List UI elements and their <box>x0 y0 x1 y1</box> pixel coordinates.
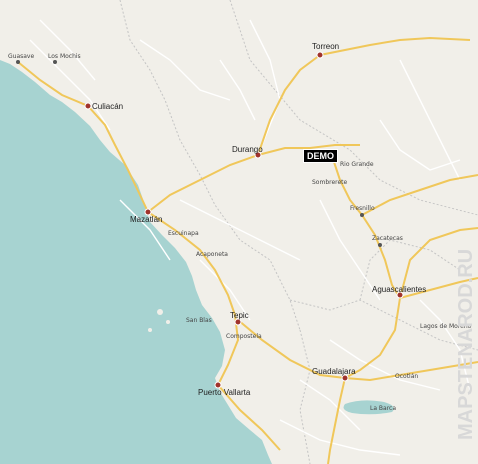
label-ocotlan: Ocotlán <box>395 373 418 380</box>
map-svg: Culiacán Durango Mazatlán Tepic Aguascal… <box>0 0 478 464</box>
label-tepic: Tepic <box>230 311 249 320</box>
map-canvas[interactable]: Culiacán Durango Mazatlán Tepic Aguascal… <box>0 0 478 464</box>
label-guadalajara: Guadalajara <box>312 367 356 376</box>
fresnillo-marker <box>360 213 364 217</box>
watermark: MAPSTENAROD.RU <box>455 249 477 440</box>
island <box>166 320 170 324</box>
los-mochis-marker <box>53 60 57 64</box>
label-puerto-vallarta: Puerto Vallarta <box>198 388 251 397</box>
label-fresnillo: Fresnillo <box>350 205 375 212</box>
demo-label: DEMO <box>307 151 334 161</box>
label-compostela: Compostela <box>226 333 262 340</box>
label-los-mochis: Los Mochis <box>48 53 81 60</box>
guasave-marker <box>16 60 20 64</box>
label-sombrerete: Sombrerete <box>312 179 348 186</box>
label-la-barca: La Barca <box>370 405 396 412</box>
culiacan-marker <box>84 102 92 110</box>
label-escuinapa: Escuinapa <box>168 230 199 237</box>
label-mazatlan: Mazatlán <box>130 215 162 224</box>
torreon-marker <box>316 51 324 59</box>
zacatecas-marker <box>378 243 382 247</box>
island <box>157 309 163 315</box>
label-culiacan: Culiacán <box>92 102 123 111</box>
label-acaponeta: Acaponeta <box>196 251 228 258</box>
label-durango: Durango <box>232 145 263 154</box>
demo-badge: DEMO <box>303 149 338 163</box>
label-san-blas: San Blas <box>186 317 212 324</box>
label-zacatecas: Zacatecas <box>372 235 403 242</box>
label-torreon: Torreon <box>312 42 339 51</box>
island <box>148 328 152 332</box>
label-guasave: Guasave <box>8 53 34 60</box>
label-rio-grande: Rio Grande <box>340 161 374 168</box>
label-aguascalientes: Aguascalientes <box>372 285 426 294</box>
